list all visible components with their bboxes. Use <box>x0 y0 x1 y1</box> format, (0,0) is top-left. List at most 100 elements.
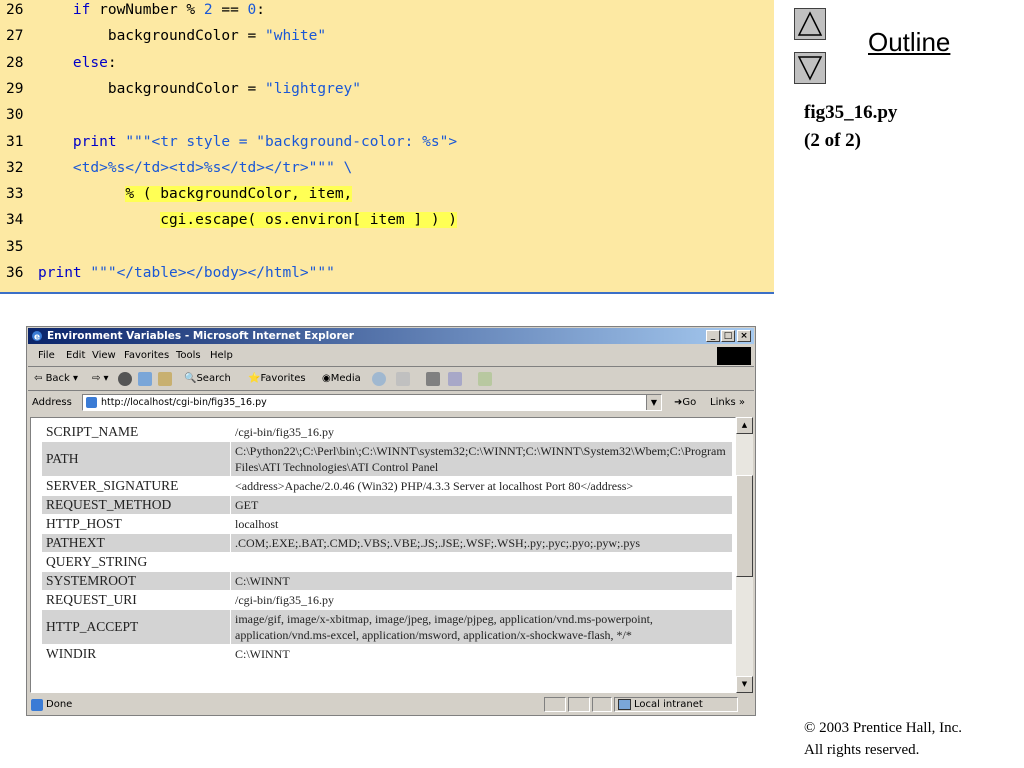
code-token: : <box>256 2 266 18</box>
table-row: REQUEST_URI/cgi-bin/fig35_16.py <box>42 591 732 609</box>
line-number: 34 <box>6 212 24 229</box>
close-button[interactable]: × <box>737 330 751 342</box>
code-text: backgroundColor = "lightgrey" <box>38 79 361 99</box>
status-pane <box>544 697 566 712</box>
zone-text: Local intranet <box>634 699 703 710</box>
code-token: print <box>38 265 82 281</box>
edit-icon[interactable] <box>448 372 462 386</box>
stop-icon[interactable] <box>118 372 132 386</box>
code-token: else <box>72 54 108 71</box>
menu-item-favorites[interactable]: Favorites <box>124 350 169 361</box>
variable-value: localhost <box>235 517 279 531</box>
previous-slide-button[interactable] <box>794 8 826 40</box>
table-row: SERVER_SIGNATURE <address>Apache/2.0.46 (… <box>42 477 732 495</box>
intranet-zone-icon <box>618 699 631 710</box>
maximize-button[interactable]: □ <box>721 330 735 342</box>
scroll-up-button[interactable]: ▲ <box>736 417 753 434</box>
code-token: "white" <box>264 28 327 45</box>
variable-value: C:\WINNT <box>235 647 290 661</box>
code-text: print """</table></body></html>""" <box>38 263 335 283</box>
status-bar: Done Local intranet <box>28 696 754 714</box>
table-row: QUERY_STRING <box>42 553 732 571</box>
address-label: Address <box>32 397 72 408</box>
discuss-icon[interactable] <box>478 372 492 386</box>
table-row: REQUEST_METHOD GET <box>42 496 732 514</box>
line-number: 32 <box>6 159 24 176</box>
next-slide-button[interactable] <box>794 52 826 84</box>
table-row: SYSTEMROOT C:\WINNT <box>42 572 732 590</box>
back-button[interactable]: ⇦ Back ▾ <box>34 373 78 384</box>
code-token: 2 <box>203 2 213 18</box>
variable-name: SERVER_SIGNATURE <box>46 478 179 493</box>
variable-value: C:\WINNT <box>231 572 732 590</box>
variable-name: QUERY_STRING <box>46 554 148 569</box>
scroll-thumb[interactable] <box>736 475 753 577</box>
scroll-down-button[interactable]: ▼ <box>736 676 753 693</box>
code-text: else: <box>38 53 117 73</box>
code-text: if rowNumber % 2 == 0: <box>38 0 265 20</box>
code-token: print <box>72 133 117 150</box>
status-text: Done <box>46 699 73 710</box>
table-row: PATH C:\Python22\;C:\Perl\bin\;C:\WINNT\s… <box>42 442 732 476</box>
triangle-down-icon <box>797 56 823 81</box>
variable-name: SYSTEMROOT <box>42 572 230 590</box>
menu-item-edit[interactable]: Edit <box>66 350 85 361</box>
copyright-notice: © 2003 Prentice Hall, Inc. All rights re… <box>804 717 962 761</box>
code-token: if <box>72 2 91 18</box>
variable-name: PATH <box>42 442 230 476</box>
ie-icon: e <box>32 331 42 342</box>
code-token: % ( backgroundColor, item, <box>125 186 353 203</box>
table-row: PATHEXT .COM;.EXE;.BAT;.CMD;.VBS;.VBE;.JS… <box>42 534 732 552</box>
print-icon[interactable] <box>426 372 440 386</box>
menu-item-help[interactable]: Help <box>210 350 233 361</box>
code-line: 35 <box>0 237 774 263</box>
forward-button[interactable]: ⇨ ▾ <box>92 373 109 384</box>
refresh-icon[interactable] <box>138 372 152 386</box>
variable-name: REQUEST_METHOD <box>42 496 230 514</box>
favorites-button[interactable]: ⭐Favorites <box>248 373 306 384</box>
triangle-up-icon <box>797 11 823 36</box>
code-token: backgroundColor = <box>107 28 265 45</box>
code-line: 32 <td>%s</td><td>%s</td></tr>""" \ <box>0 158 774 184</box>
variable-value: /cgi-bin/fig35_16.py <box>235 593 334 607</box>
line-number: 28 <box>6 54 24 71</box>
vertical-scrollbar[interactable]: ▲ ▼ <box>736 417 753 693</box>
window-title: Environment Variables - Microsoft Intern… <box>47 330 354 342</box>
search-button[interactable]: 🔍Search <box>184 373 231 384</box>
rights-line: All rights reserved. <box>804 742 920 758</box>
address-dropdown-button[interactable]: ▼ <box>646 395 661 410</box>
back-label: Back <box>45 373 70 384</box>
environment-table: SCRIPT_NAME/cgi-bin/fig35_16.py PATH C:\Py… <box>41 422 733 664</box>
links-button[interactable]: Links » <box>710 397 745 408</box>
page-done-icon <box>31 699 43 711</box>
line-number: 30 <box>6 107 24 124</box>
mail-icon[interactable] <box>396 372 410 386</box>
address-input[interactable]: http://localhost/cgi-bin/fig35_16.py ▼ <box>82 394 662 411</box>
minimize-button[interactable]: _ <box>706 330 720 342</box>
menu-item-view[interactable]: View <box>92 350 116 361</box>
code-token: backgroundColor = <box>107 80 265 97</box>
code-line: 27 backgroundColor = "white" <box>0 26 774 52</box>
line-number: 26 <box>6 2 24 18</box>
variable-name: WINDIR <box>46 646 97 661</box>
code-line: 30 <box>0 105 774 131</box>
history-icon[interactable] <box>372 372 386 386</box>
figure-title: fig35_16.py <box>804 102 898 123</box>
browser-window: e Environment Variables - Microsoft Inte… <box>26 326 756 716</box>
menu-item-file[interactable]: File <box>38 350 55 361</box>
home-icon[interactable] <box>158 372 172 386</box>
code-listing: 26 if rowNumber % 2 == 0: 27 backgroundCo… <box>0 0 774 294</box>
title-bar[interactable]: e Environment Variables - Microsoft Inte… <box>28 328 754 344</box>
variable-value: C:\Python22\;C:\Perl\bin\;C:\WINNT\syste… <box>231 442 732 476</box>
menu-item-tools[interactable]: Tools <box>176 350 201 361</box>
figure-part: (2 of 2) <box>804 130 861 151</box>
variable-value: /cgi-bin/fig35_16.py <box>235 425 334 439</box>
media-button[interactable]: ◉Media <box>322 373 361 384</box>
code-text: backgroundColor = "white" <box>38 26 326 46</box>
code-line: 31 print """<tr style = "background-colo… <box>0 132 774 158</box>
go-button[interactable]: ➜Go <box>674 397 696 408</box>
toolbar: ⇦ Back ▾ ⇨ ▾ 🔍Search ⭐Favorites ◉Media <box>28 368 754 391</box>
variable-name: HTTP_HOST <box>46 516 122 531</box>
outline-link[interactable]: Outline <box>868 27 950 58</box>
menu-bar: File Edit View Favorites Tools Help <box>28 346 754 367</box>
